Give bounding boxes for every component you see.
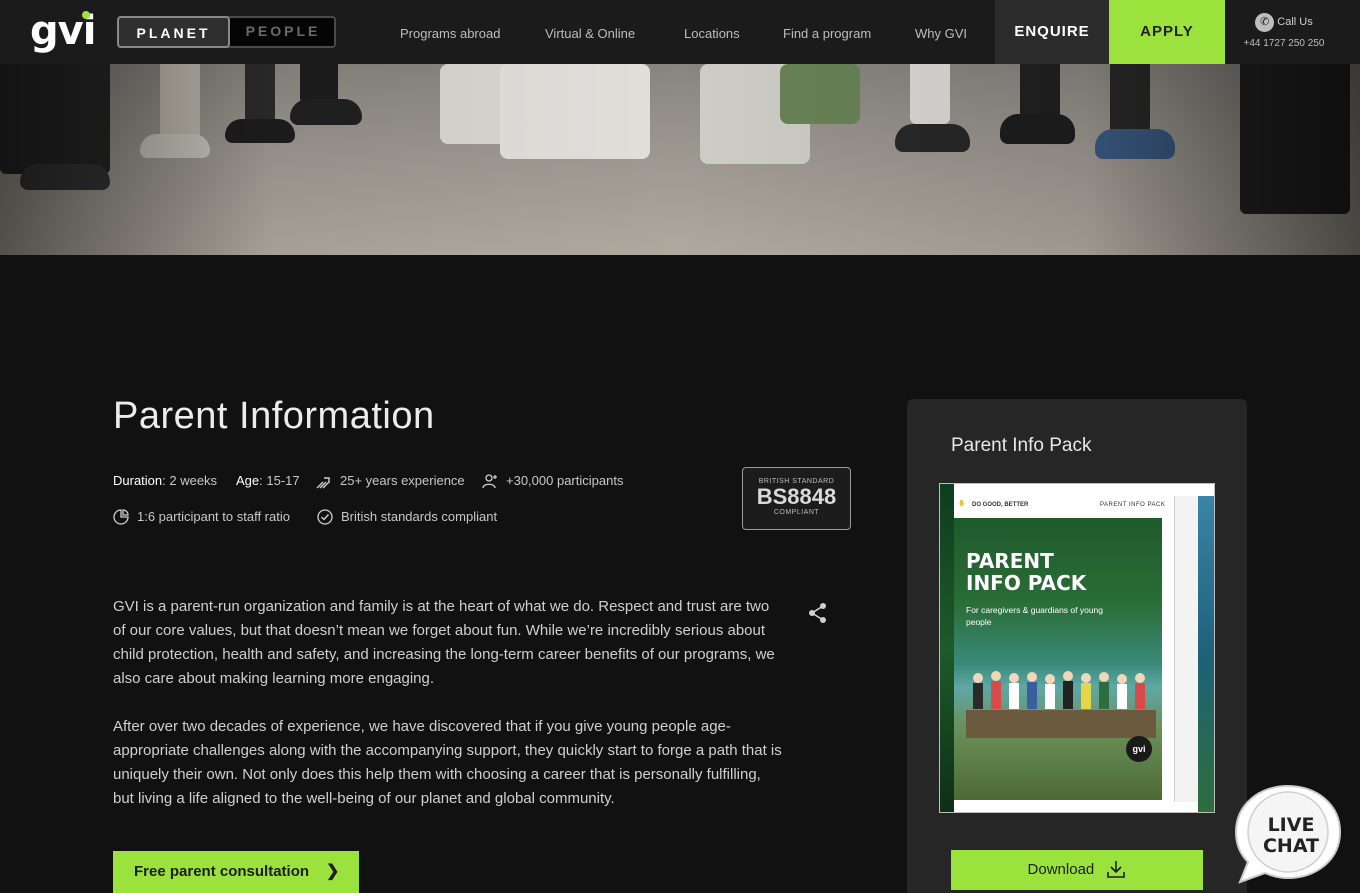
nav-locations[interactable]: Locations: [684, 0, 740, 64]
cover-top-bar: ✋ DO GOOD, BETTER PARENT INFO PACK: [954, 490, 1174, 518]
cover-photo: PARENT INFO PACK For caregivers & guardi…: [954, 518, 1162, 800]
nav-programs-abroad[interactable]: Programs abroad: [400, 0, 500, 64]
badge-line3: COMPLIANT: [773, 509, 820, 516]
toggle-planet[interactable]: PLANET: [117, 16, 230, 48]
participants-icon: [482, 474, 497, 489]
ratio-icon: [113, 509, 129, 525]
hero-shade: [0, 64, 1360, 255]
duration-label: Duration: [113, 473, 163, 488]
consult-label: Free parent consultation: [134, 863, 310, 880]
compliant-meta: British standards compliant: [341, 509, 498, 524]
info-pack-title: Parent Info Pack: [951, 435, 1092, 456]
page-title: Parent Information: [113, 395, 435, 437]
chevron-right-icon: ❯: [326, 863, 340, 880]
age-meta: Age: 15-17: [236, 472, 300, 490]
cover-header: PARENT INFO PACK: [1100, 502, 1166, 508]
site-header: gvi PLANET PEOPLE Programs abroad Virtua…: [0, 0, 1360, 64]
planet-people-toggle: PLANET PEOPLE: [117, 16, 336, 48]
chat-line2: CHAT: [1263, 835, 1319, 857]
nav-virtual-online[interactable]: Virtual & Online: [545, 0, 635, 64]
duration-value: : 2 weeks: [162, 473, 218, 488]
cover-title: PARENT INFO PACK: [966, 550, 1086, 594]
enquire-button[interactable]: ENQUIRE: [995, 0, 1109, 64]
check-circle-icon: [317, 509, 333, 525]
apply-button[interactable]: APPLY: [1109, 0, 1225, 64]
cover-gvi-logo: gvi: [1126, 736, 1152, 762]
nav-why-gvi[interactable]: Why GVI: [915, 0, 967, 64]
download-icon: [1107, 860, 1126, 878]
participants-meta: +30,000 participants: [506, 473, 624, 488]
cover-tagline: DO GOOD, BETTER: [972, 502, 1029, 508]
cover-title-line2: INFO PACK: [966, 571, 1087, 595]
hand-icon: ✋: [958, 501, 966, 507]
download-button[interactable]: Download: [951, 850, 1203, 890]
chat-line1: LIVE: [1268, 814, 1315, 836]
phone-number[interactable]: +44 1727 250 250: [1232, 38, 1336, 49]
hero-image: [0, 64, 1360, 255]
download-label: Download: [1027, 861, 1095, 878]
experience-icon: [316, 477, 330, 489]
call-us-label: Call Us: [1277, 16, 1313, 28]
share-icon[interactable]: [807, 602, 829, 624]
phone-icon: ✆: [1255, 12, 1275, 32]
badge-line2: BS8848: [756, 484, 837, 509]
cover-group-photo: [966, 671, 1156, 738]
bs8848-badge: BRITISH STANDARD BS8848 COMPLIANT: [742, 467, 851, 530]
age-label: Age: [236, 473, 260, 488]
intro-paragraph-2: After over two decades of experience, we…: [113, 718, 782, 807]
live-chat-button[interactable]: LIVE CHAT: [1232, 782, 1344, 886]
duration-meta: Duration: 2 weeks: [113, 472, 217, 490]
cover-foliage-left: [940, 484, 954, 812]
gvi-logo[interactable]: gvi: [30, 8, 96, 54]
ratio-meta: 1:6 participant to staff ratio: [137, 509, 290, 524]
age-value: : 15-17: [259, 473, 300, 488]
experience-meta: 25+ years experience: [340, 473, 465, 488]
free-consultation-button[interactable]: Free parent consultation ❯: [113, 851, 359, 893]
info-pack-card: Parent Info Pack ✋ DO GOOD, BETTER PAREN…: [907, 399, 1247, 893]
logo-dot: [82, 11, 90, 19]
cover-subtitle: For caregivers & guardians of young peop…: [966, 605, 1104, 627]
toggle-people[interactable]: PEOPLE: [230, 16, 336, 48]
cover-foliage-right: [1198, 496, 1214, 812]
info-pack-cover[interactable]: ✋ DO GOOD, BETTER PARENT INFO PACK PAREN…: [939, 483, 1215, 813]
nav-find-a-program[interactable]: Find a program: [783, 0, 871, 64]
call-us[interactable]: ✆ Call Us +44 1727 250 250: [1232, 12, 1336, 49]
intro-paragraph-1: GVI is a parent-run organization and fam…: [113, 598, 775, 687]
cover-title-line1: PARENT: [966, 549, 1054, 573]
